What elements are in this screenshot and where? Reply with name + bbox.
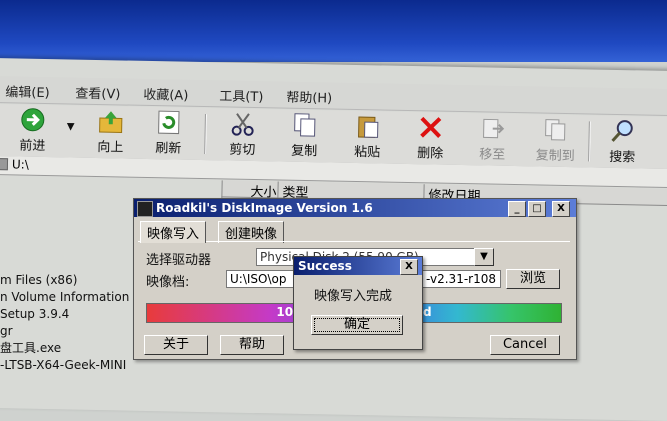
search-icon [608, 118, 636, 145]
select-drive-label: 选择驱动器 [146, 253, 212, 268]
desktop-background [0, 0, 667, 62]
scissors-icon [229, 111, 257, 138]
success-close-button[interactable]: X [400, 259, 418, 275]
drive-dropdown-button[interactable]: ▼ [474, 248, 494, 266]
menu-tools[interactable]: 工具(T) [219, 85, 263, 105]
list-item[interactable]: n Volume Information [0, 289, 129, 306]
cut-button[interactable]: 剪切 [222, 110, 263, 158]
search-button[interactable]: 搜索 [602, 118, 643, 166]
tab-create-image[interactable]: 创建映像 [218, 221, 285, 243]
folder-up-icon [97, 108, 125, 135]
paste-button[interactable]: 粘贴 [347, 113, 388, 161]
delete-button[interactable]: 删除 [410, 114, 451, 162]
copy-icon [291, 112, 319, 139]
image-file-label: 映像档: [146, 275, 190, 290]
move-to-icon [478, 115, 506, 142]
refresh-button[interactable]: 刷新 [148, 109, 189, 157]
move-to-button[interactable]: 移至 [472, 115, 513, 163]
delete-x-icon [417, 114, 445, 141]
refresh-icon [155, 109, 183, 136]
toolbar-separator [588, 121, 591, 162]
about-button[interactable]: 关于 [144, 335, 208, 355]
forward-icon [19, 106, 47, 133]
list-item[interactable]: -LTSB-X64-Geek-MINI [0, 357, 129, 374]
file-list: m Files (x86) n Volume Information Setup… [0, 210, 129, 374]
chevron-down-icon: ▼ [480, 251, 488, 262]
help-button[interactable]: 帮助 [220, 335, 284, 355]
app-icon [137, 201, 153, 217]
minimize-button[interactable]: _ [508, 201, 526, 217]
menu-favorites[interactable]: 收藏(A) [143, 84, 188, 104]
drive-icon [0, 158, 9, 171]
copy-to-button[interactable]: 复制到 [530, 116, 581, 164]
up-button[interactable]: 向上 [90, 108, 131, 156]
copy-to-icon [541, 117, 569, 144]
menu-help[interactable]: 帮助(H) [286, 87, 332, 107]
success-dialog: Success X 映像写入完成 确定 [293, 256, 423, 350]
copy-button[interactable]: 复制 [284, 112, 325, 160]
list-item[interactable]: 盘工具.exe [0, 340, 129, 357]
success-title: Success [298, 259, 352, 273]
menu-edit[interactable]: 编辑(E) [5, 81, 50, 101]
close-button[interactable]: X [552, 201, 570, 217]
ok-button[interactable]: 确定 [311, 315, 403, 335]
forward-dropdown[interactable]: ▼ [65, 107, 77, 132]
cancel-button[interactable]: Cancel [490, 335, 560, 355]
list-item[interactable]: m Files (x86) [0, 272, 129, 289]
success-message: 映像写入完成 [314, 289, 393, 304]
browse-button[interactable]: 浏览 [506, 269, 560, 289]
list-item[interactable]: gr [0, 323, 129, 340]
tab-write-image[interactable]: 映像写入 [140, 221, 207, 243]
menu-view[interactable]: 查看(V) [75, 83, 120, 103]
list-item[interactable]: Setup 3.9.4 [0, 306, 129, 323]
clipboard-icon [354, 113, 382, 140]
forward-button[interactable]: 前进 [12, 106, 53, 154]
address-text: U:\ [11, 157, 29, 172]
dialog-title: Roadkil's DiskImage Version 1.6 [156, 201, 373, 215]
maximize-button[interactable]: □ [528, 201, 546, 217]
success-titlebar: Success X [294, 257, 422, 275]
dialog-titlebar: Roadkil's DiskImage Version 1.6 _ □ X [134, 199, 576, 217]
toolbar-separator [204, 114, 207, 155]
